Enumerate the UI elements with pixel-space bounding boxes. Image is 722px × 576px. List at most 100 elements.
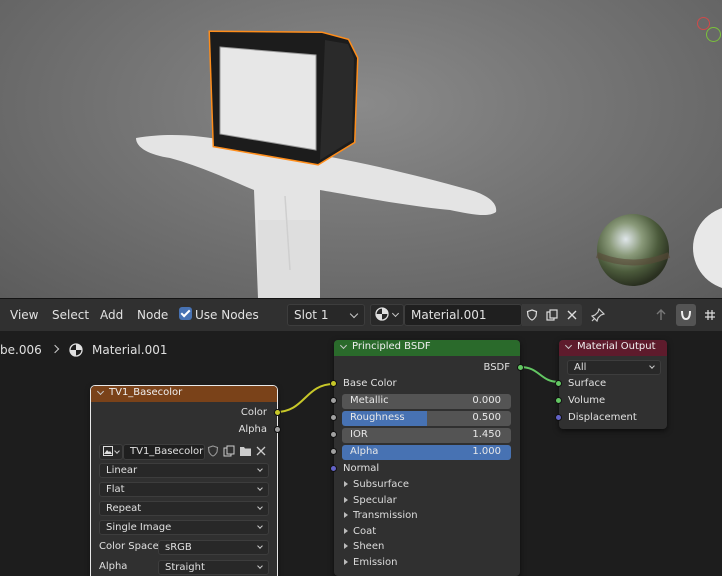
menu-view[interactable]: View: [10, 308, 38, 322]
preview-sphere: [693, 208, 722, 288]
panel-coat[interactable]: Coat: [344, 526, 376, 537]
image-browse-button[interactable]: [99, 444, 123, 460]
material-output-node[interactable]: Material Output All Surface Volume Displ…: [555, 340, 667, 429]
input-roughness-socket[interactable]: [330, 414, 337, 421]
image-texture-node-header[interactable]: TV1_Basecolor: [91, 386, 277, 402]
extension-dropdown[interactable]: Repeat: [99, 501, 269, 516]
input-volume-socket[interactable]: [555, 397, 562, 404]
chevron-down-icon: [257, 466, 263, 472]
arrow-up-icon: [656, 309, 666, 320]
metallic-value: 0.000: [472, 395, 501, 406]
output-bsdf-socket[interactable]: [517, 364, 524, 371]
projection-dropdown[interactable]: Flat: [99, 482, 269, 497]
material-name-value: Material.001: [411, 308, 487, 322]
chevron-right-icon: [344, 497, 348, 503]
node-canvas[interactable]: be.006 Material.001 TV1_Basecolor Color …: [0, 331, 722, 576]
menu-select[interactable]: Select: [52, 308, 89, 322]
metallic-slider[interactable]: Metallic 0.000: [342, 394, 511, 409]
slot-dropdown[interactable]: Slot 1: [287, 304, 365, 326]
panel-sheen[interactable]: Sheen: [344, 541, 384, 552]
chevron-down-icon: [257, 563, 263, 569]
output-alpha-socket[interactable]: [274, 426, 281, 433]
material-sphere-icon: [375, 307, 389, 321]
gizmo-y-axis[interactable]: [706, 27, 721, 42]
input-metallic-socket[interactable]: [330, 397, 337, 404]
duplicate-material-button[interactable]: [542, 304, 562, 326]
panel-label: Transmission: [353, 510, 418, 521]
principled-bsdf-node-header[interactable]: Principled BSDF: [334, 340, 520, 356]
principled-bsdf-node[interactable]: Principled BSDF BSDF Base Color Metallic…: [330, 340, 524, 576]
menu-add[interactable]: Add: [100, 308, 123, 322]
magnet-icon: [681, 310, 691, 321]
chevron-down-icon: [114, 448, 120, 454]
material-browse-button[interactable]: [370, 304, 404, 326]
image-icon: [103, 446, 113, 456]
ior-value: 1.450: [472, 429, 501, 440]
close-icon: [567, 310, 577, 320]
tv-head-selected[interactable]: [208, 30, 359, 166]
link-color-to-base-color: [275, 383, 335, 413]
snap-mode-dropdown[interactable]: [698, 304, 722, 326]
volume-label: Volume: [568, 395, 606, 406]
output-target-value: All: [574, 362, 587, 373]
input-displacement-socket[interactable]: [555, 414, 562, 421]
ior-label: IOR: [350, 429, 368, 440]
ior-slider[interactable]: IOR 1.450: [342, 428, 511, 443]
chevron-down-icon[interactable]: [96, 387, 105, 396]
node-title: TV1_Basecolor: [109, 387, 183, 398]
chevron-down-icon: [257, 504, 263, 510]
close-icon[interactable]: [256, 446, 270, 460]
shield-icon[interactable]: [207, 445, 221, 459]
image-texture-node[interactable]: TV1_Basecolor Color Alpha TV1_Basecolor …: [90, 385, 281, 576]
panel-emission[interactable]: Emission: [344, 557, 398, 568]
shield-icon: [526, 309, 538, 321]
node-editor-header: View Select Add Node Use Nodes Slot 1 Ma…: [0, 298, 722, 331]
menu-node[interactable]: Node: [137, 308, 168, 322]
image-name-field[interactable]: TV1_Basecolor: [123, 444, 205, 460]
chevron-right-icon: [344, 481, 348, 487]
output-color-socket[interactable]: [274, 409, 281, 416]
input-normal-socket[interactable]: [330, 465, 337, 472]
duplicate-icon[interactable]: [223, 445, 237, 459]
pin-icon: [591, 308, 605, 322]
snap-toggle-button[interactable]: [676, 304, 696, 326]
color-space-label: Color Space: [99, 541, 159, 552]
interpolation-value: Linear: [106, 465, 138, 476]
alpha-mode-dropdown[interactable]: Straight: [158, 560, 269, 575]
input-ior-socket[interactable]: [330, 431, 337, 438]
alpha-slider[interactable]: Alpha 1.000: [342, 445, 511, 460]
roughness-slider[interactable]: Roughness 0.500: [342, 411, 511, 426]
pin-button[interactable]: [588, 304, 608, 326]
fake-user-button[interactable]: [522, 304, 542, 326]
link-bsdf-to-surface: [519, 366, 560, 383]
input-surface-socket[interactable]: [555, 380, 562, 387]
metallic-label: Metallic: [350, 395, 389, 406]
input-base-color-socket[interactable]: [330, 380, 337, 387]
input-alpha-socket[interactable]: [330, 448, 337, 455]
output-target-dropdown[interactable]: All: [567, 360, 661, 375]
panel-subsurface[interactable]: Subsurface: [344, 479, 409, 490]
unlink-material-button[interactable]: [562, 304, 582, 326]
surface-label: Surface: [568, 378, 607, 389]
parent-node-tree-button[interactable]: [651, 304, 671, 326]
3d-viewport[interactable]: [0, 0, 722, 298]
color-space-value: sRGB: [165, 542, 192, 553]
panel-label: Emission: [353, 557, 398, 568]
color-space-dropdown[interactable]: sRGB: [158, 540, 269, 555]
chevron-down-icon[interactable]: [339, 341, 348, 350]
folder-icon[interactable]: [239, 445, 253, 459]
chevron-down-icon: [391, 309, 400, 318]
image-name-value: TV1_Basecolor: [130, 446, 204, 457]
panel-label: Subsurface: [353, 479, 409, 490]
source-dropdown[interactable]: Single Image: [99, 520, 269, 535]
use-nodes-checkbox[interactable]: [179, 307, 192, 320]
panel-transmission[interactable]: Transmission: [344, 510, 418, 521]
material-name-field[interactable]: Material.001: [404, 304, 522, 326]
interpolation-dropdown[interactable]: Linear: [99, 463, 269, 478]
material-output-node-header[interactable]: Material Output: [559, 340, 667, 356]
output-color-label: Color: [240, 407, 267, 418]
chevron-down-icon: [349, 309, 359, 319]
alpha-mode-label: Alpha: [99, 561, 128, 572]
panel-specular[interactable]: Specular: [344, 495, 397, 506]
chevron-down-icon[interactable]: [564, 341, 573, 350]
